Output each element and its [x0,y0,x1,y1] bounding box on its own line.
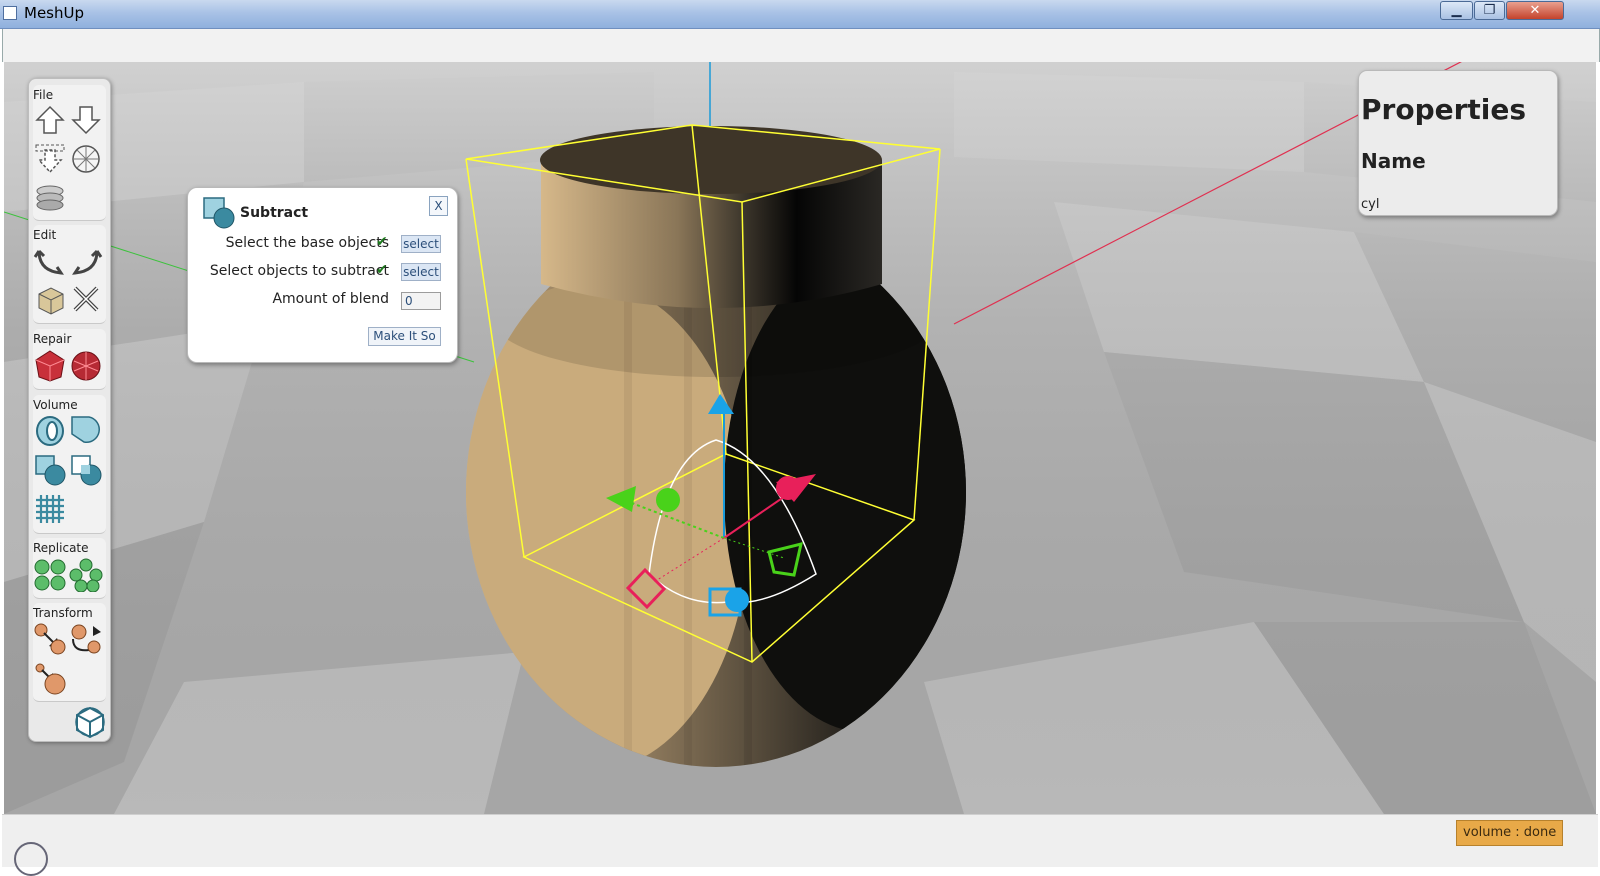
import-up-icon[interactable] [33,103,67,137]
dialog-close-button[interactable]: X [429,196,448,216]
subtract-objects-label: Select objects to subtract [209,263,389,279]
intersect-icon[interactable] [69,453,103,487]
status-badge: volume : done [1456,820,1564,846]
top-toolbar-strip [2,29,1600,62]
rotate-icon[interactable] [69,622,103,656]
subtract-dialog: Subtract X Select the base objects ✔ sel… [187,187,458,363]
base-objects-check-icon: ✔ [376,234,388,250]
subtract-icon [202,196,236,230]
repair-mesh-alt-icon[interactable] [69,349,103,383]
close-button[interactable]: ✕ [1506,1,1564,20]
replicate-cluster-icon[interactable] [69,558,103,593]
section-volume: Volume [33,395,106,534]
save-selection-icon[interactable] [33,142,67,176]
section-label-replicate: Replicate [33,541,89,555]
app-icon [3,6,17,20]
section-label-repair: Repair [33,332,72,346]
sphere-mesh-icon[interactable] [69,142,103,176]
section-edit: Edit [33,225,106,324]
properties-name-value[interactable]: cyl [1361,197,1379,212]
make-it-so-button[interactable]: Make It So [368,327,441,346]
hollow-icon[interactable] [33,414,67,448]
undo-icon[interactable] [33,243,67,277]
section-replicate: Replicate [33,538,106,599]
blend-label: Amount of blend [272,291,389,307]
corner-circle-icon [14,842,48,876]
delete-x-icon[interactable] [69,282,103,316]
status-bar [2,814,1598,867]
maximize-button[interactable]: ❐ [1474,1,1505,20]
properties-title: Properties [1361,93,1527,126]
repair-mesh-icon[interactable] [33,349,67,383]
tool-palette: File Edit Repair Volume Replicate Transf… [28,78,111,742]
lattice-icon[interactable] [33,492,67,526]
section-transform: Transform [33,603,106,702]
section-label-transform: Transform [33,606,93,620]
view-cube-icon[interactable] [73,705,107,739]
union-icon[interactable] [69,414,103,448]
minimize-button[interactable]: ▁ [1440,1,1473,20]
subtract-objects-check-icon: ✔ [376,262,388,278]
section-repair: Repair [33,329,106,390]
properties-panel: Properties Name cyl [1358,70,1558,216]
export-down-icon[interactable] [69,103,103,137]
section-label-edit: Edit [33,228,57,242]
stack-icon[interactable] [33,181,67,215]
dialog-title: Subtract [240,205,309,221]
subtract-icon[interactable] [33,453,67,487]
scale-icon[interactable] [33,661,67,695]
section-label-file: File [33,88,54,102]
redo-icon[interactable] [69,243,103,277]
select-subtract-button[interactable]: select [401,263,441,281]
duplicate-cube-icon[interactable] [33,282,67,316]
window-titlebar: MeshUp ▁ ❐ ✕ [0,0,1600,29]
section-label-volume: Volume [33,398,78,412]
replicate-grid-icon[interactable] [33,558,67,592]
blend-input[interactable]: 0 [401,292,441,310]
base-objects-label: Select the base objects [225,235,389,251]
move-icon[interactable] [33,622,67,656]
properties-name-label: Name [1361,149,1426,173]
section-file: File [33,85,106,221]
select-base-button[interactable]: select [401,235,441,253]
window-title: MeshUp [24,4,84,22]
